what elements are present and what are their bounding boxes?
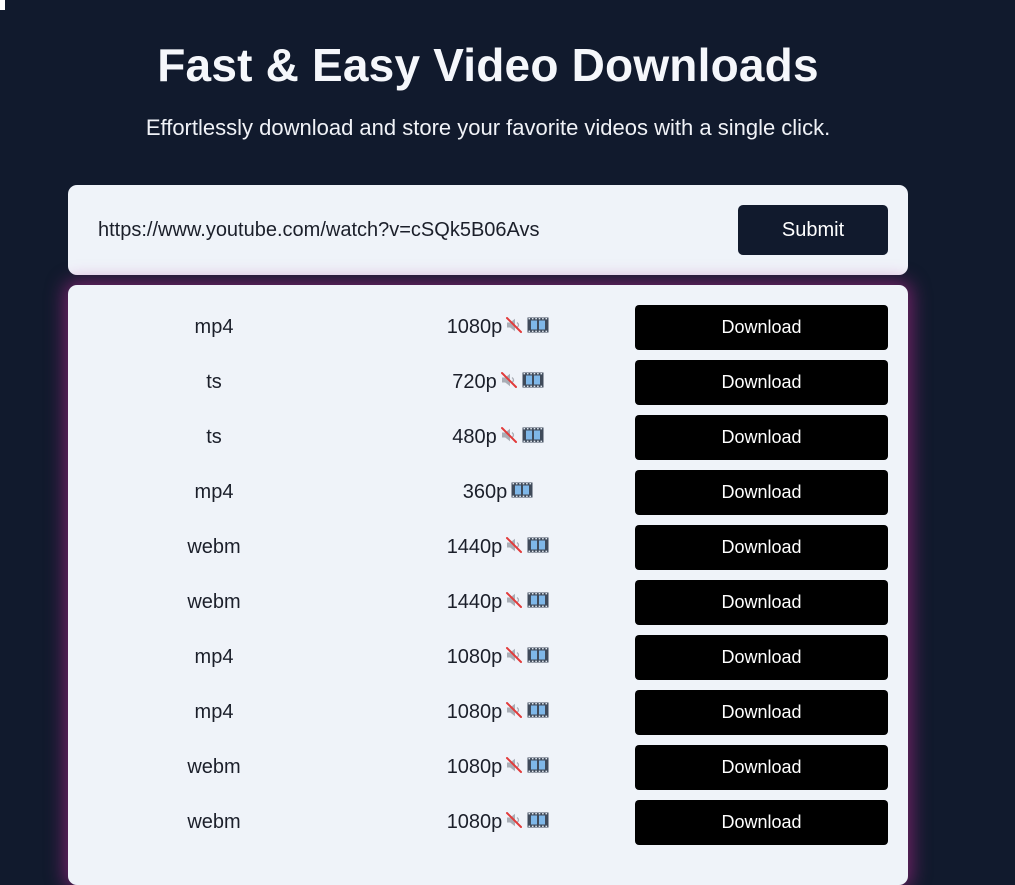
film-frames-icon <box>511 481 533 504</box>
muted-speaker-icon <box>500 426 518 450</box>
quality-cell: 480p <box>398 415 598 460</box>
muted-speaker-icon <box>505 811 523 835</box>
format-label: webm <box>187 536 241 558</box>
quality-label: 1440p <box>446 536 503 558</box>
format-label: webm <box>187 591 241 613</box>
film-frames-icon <box>527 591 549 614</box>
muted-speaker-icon <box>505 756 523 780</box>
quality-cell: 1080p <box>398 690 598 735</box>
format-label: mp4 <box>194 701 234 723</box>
url-form: Submit <box>68 185 908 275</box>
quality-label: 1080p <box>446 316 503 338</box>
download-button[interactable]: Download <box>635 690 888 735</box>
muted-speaker-icon <box>505 536 523 560</box>
quality-cell: 1440p <box>398 580 598 625</box>
format-row: webm 1080p Download <box>68 745 908 790</box>
download-button[interactable]: Download <box>635 745 888 790</box>
quality-cell: 1080p <box>398 305 598 350</box>
download-button[interactable]: Download <box>635 635 888 680</box>
video-url-input[interactable] <box>88 207 708 253</box>
download-button[interactable]: Download <box>635 800 888 845</box>
corner-mark <box>0 0 5 10</box>
download-button[interactable]: Download <box>635 525 888 570</box>
download-button[interactable]: Download <box>635 415 888 460</box>
download-button[interactable]: Download <box>635 470 888 515</box>
quality-label: 1080p <box>446 811 503 833</box>
film-frames-icon <box>527 811 549 834</box>
muted-speaker-icon <box>505 646 523 670</box>
quality-cell: 1080p <box>398 800 598 845</box>
quality-label: 360p <box>462 481 508 503</box>
quality-label: 1080p <box>446 756 503 778</box>
submit-button[interactable]: Submit <box>738 205 888 255</box>
film-frames-icon <box>522 371 544 394</box>
quality-label: 480p <box>452 426 497 448</box>
quality-cell: 1080p <box>398 635 598 680</box>
muted-speaker-icon <box>505 316 523 340</box>
format-label: mp4 <box>194 481 234 503</box>
film-frames-icon <box>527 646 549 669</box>
download-button[interactable]: Download <box>635 580 888 625</box>
page-title: Fast & Easy Video Downloads <box>157 39 819 91</box>
results-panel: mp4 1080p Download ts 720p Download ts 480p Down… <box>68 285 908 885</box>
format-row: webm 1440p Download <box>68 525 908 570</box>
page-subtitle: Effortlessly download and store your fav… <box>145 115 831 140</box>
quality-label: 720p <box>452 371 497 393</box>
muted-speaker-icon <box>500 371 518 395</box>
format-row: mp4 360p Download <box>68 470 908 515</box>
quality-cell: 360p <box>398 470 598 515</box>
format-row: mp4 1080p Download <box>68 635 908 680</box>
film-frames-icon <box>527 316 549 339</box>
film-frames-icon <box>527 701 549 724</box>
format-row: webm 1080p Download <box>68 800 908 845</box>
quality-cell: 1080p <box>398 745 598 790</box>
film-frames-icon <box>527 536 549 559</box>
format-label: mp4 <box>194 646 234 668</box>
film-frames-icon <box>522 426 544 449</box>
format-label: webm <box>187 811 241 833</box>
format-row: webm 1440p Download <box>68 580 908 625</box>
quality-label: 1080p <box>446 646 503 668</box>
quality-cell: 720p <box>398 360 598 405</box>
download-button[interactable]: Download <box>635 305 888 350</box>
format-label: ts <box>206 371 222 393</box>
muted-speaker-icon <box>505 591 523 615</box>
quality-label: 1080p <box>446 701 503 723</box>
format-row: ts 480p Download <box>68 415 908 460</box>
download-button[interactable]: Download <box>635 360 888 405</box>
quality-cell: 1440p <box>398 525 598 570</box>
format-label: mp4 <box>194 316 234 338</box>
format-label: webm <box>187 756 241 778</box>
quality-label: 1440p <box>446 591 503 613</box>
film-frames-icon <box>527 756 549 779</box>
format-row: ts 720p Download <box>68 360 908 405</box>
format-label: ts <box>206 426 222 448</box>
format-row: mp4 1080p Download <box>68 690 908 735</box>
muted-speaker-icon <box>505 701 523 725</box>
format-row: mp4 1080p Download <box>68 305 908 350</box>
